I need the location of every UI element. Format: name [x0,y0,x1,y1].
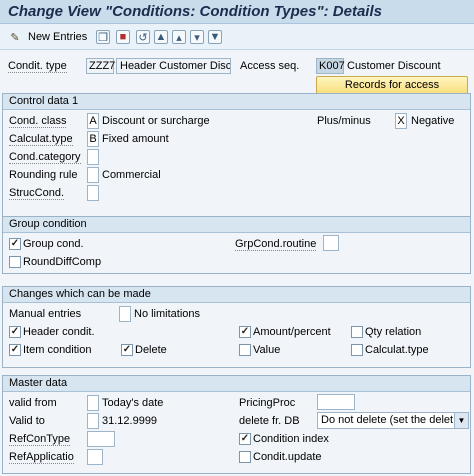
last-page-icon: ▼ [208,30,222,44]
round-diff-comp-label: RoundDiffComp [23,256,102,268]
calculat-type-description: Fixed amount [102,133,169,145]
item-condition-label: Item condition [23,344,92,356]
condit-update-checkbox[interactable] [239,451,251,463]
window-title: Change View "Conditions: Condition Types… [8,3,382,20]
display-change-button[interactable]: ✎ [8,28,26,46]
control-data-title: Control data 1 [3,94,470,110]
condit-type-label: Condit. type [8,60,67,73]
control-data-group: Control data 1 Cond. class A Discount or… [2,93,471,223]
pricing-proc-label: PricingProc [239,397,296,409]
header-condit-checkbox[interactable] [9,326,21,338]
ref-con-type-label: RefConType [9,433,71,446]
changes-title: Changes which can be made [3,287,470,303]
plus-minus-field[interactable]: X [395,113,407,129]
delete-checkbox[interactable] [121,344,133,356]
ref-con-type-field[interactable] [87,431,115,447]
main-content: Condit. type ZZZ7 Header Customer Disc A… [0,50,474,476]
condit-type-field: ZZZ7 [86,58,115,74]
valid-to-value: 31.12.9999 [102,415,158,427]
condit-type-description: Header Customer Disc [116,58,231,74]
cond-class-field[interactable]: A [87,113,99,129]
amount-percent-label: Amount/percent [253,326,331,338]
last-page-button[interactable]: ▼ [208,28,226,46]
condition-index-label: Condition index [253,433,329,445]
group-cond-checkbox[interactable] [9,238,21,250]
access-seq-description: Customer Discount [347,60,441,72]
value-label: Value [253,344,281,356]
plus-minus-description: Negative [411,115,455,127]
valid-to-field[interactable] [87,413,99,429]
cond-class-description: Discount or surcharge [102,115,210,127]
edit-pencil-icon: ✎ [10,31,20,44]
grp-cond-routine-label: GrpCond.routine [235,238,317,251]
chevron-down-icon: ▼ [454,413,468,428]
cond-class-label: Cond. class [9,115,67,128]
amount-percent-checkbox[interactable] [239,326,251,338]
ref-applicatio-label: RefApplicatio [9,451,74,464]
calculat-type-label: Calculat.type [9,133,73,146]
undo-icon: ↺ [136,30,150,44]
save-as-icon: ■ [116,30,130,44]
new-entries-button[interactable]: New Entries [28,28,87,46]
save-as-button[interactable]: ■ [116,28,134,46]
qty-relation-checkbox[interactable] [351,326,363,338]
copy-button[interactable]: ❐ [96,28,114,46]
copy-icon: ❐ [96,30,110,44]
valid-from-field[interactable] [87,395,99,411]
pricing-proc-field[interactable] [317,394,355,410]
records-for-access-button[interactable]: Records for access [316,76,468,94]
delete-fr-db-dropdown[interactable]: Do not delete (set the delet... ▼ [317,412,469,429]
condit-update-label: Condit.update [253,451,322,463]
application-toolbar: ✎ New Entries ❐ ■ ↺ ▲ ▴ ▾ ▼ [0,24,474,50]
condition-index-checkbox[interactable] [239,433,251,445]
ref-applicatio-field[interactable] [87,449,103,465]
calculat-type-checkbox-label: Calculat.type [365,344,429,356]
struc-cond-label: StrucCond. [9,187,65,200]
valid-from-description: Today's date [102,397,164,409]
delete-label: Delete [135,344,167,356]
group-condition-title: Group condition [3,217,470,233]
rounding-rule-description: Commercial [102,169,161,181]
value-checkbox[interactable] [239,344,251,356]
access-seq-label: Access seq. [240,60,300,72]
group-condition-group: Group condition Group cond. GrpCond.rout… [2,216,471,274]
plus-minus-label: Plus/minus [317,115,371,127]
rounding-rule-label: Rounding rule [9,169,78,181]
changes-group: Changes which can be made Manual entries… [2,286,471,368]
title-bar: Change View "Conditions: Condition Types… [0,0,474,24]
delete-fr-db-label: delete fr. DB [239,415,300,427]
manual-entries-description: No limitations [134,308,201,320]
access-seq-field[interactable]: K007 [316,58,345,74]
prev-page-button[interactable]: ▴ [172,28,190,46]
new-entries-label: New Entries [28,31,88,43]
master-data-title: Master data [3,376,470,392]
next-page-button[interactable]: ▾ [190,28,208,46]
cond-category-field[interactable] [87,149,99,165]
item-condition-checkbox[interactable] [9,344,21,356]
round-diff-comp-checkbox[interactable] [9,256,21,268]
calculat-type-field[interactable]: B [87,131,99,147]
valid-to-label: Valid to [9,415,45,427]
header-condit-label: Header condit. [23,326,95,338]
first-page-icon: ▲ [154,30,168,44]
next-page-icon: ▾ [190,30,204,44]
qty-relation-label: Qty relation [365,326,422,338]
master-data-group: Master data valid from Today's date Pric… [2,375,471,474]
first-page-button[interactable]: ▲ [154,28,172,46]
rounding-rule-field[interactable] [87,167,99,183]
grp-cond-routine-field[interactable] [323,235,339,251]
cond-category-label: Cond.category [9,151,81,164]
calculat-type-checkbox[interactable] [351,344,363,356]
undo-button[interactable]: ↺ [136,28,154,46]
prev-page-icon: ▴ [172,30,186,44]
group-cond-label: Group cond. [23,238,84,250]
manual-entries-label: Manual entries [9,308,82,320]
manual-entries-field[interactable] [119,306,131,322]
struc-cond-field[interactable] [87,185,99,201]
delete-fr-db-value: Do not delete (set the delet... [321,414,463,426]
valid-from-label: valid from [9,397,57,409]
